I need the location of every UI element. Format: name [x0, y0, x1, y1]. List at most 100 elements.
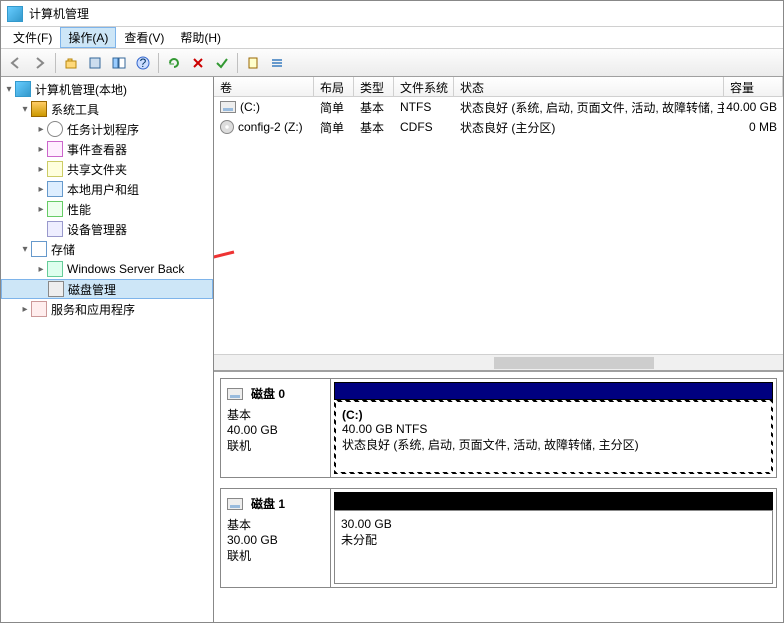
menu-view[interactable]: 查看(V)	[116, 27, 172, 48]
disk-icon	[227, 498, 243, 510]
device-icon	[47, 221, 63, 237]
forward-button[interactable]	[29, 52, 51, 74]
tools-icon	[31, 101, 47, 117]
partition-size: 40.00 GB NTFS	[342, 422, 765, 436]
separator	[158, 53, 159, 73]
partition-box[interactable]: (C:)40.00 GB NTFS状态良好 (系统, 启动, 页面文件, 活动,…	[334, 400, 773, 474]
tree-event-viewer[interactable]: ▸事件查看器	[1, 139, 213, 159]
refresh-button[interactable]	[163, 52, 185, 74]
tree-device-manager[interactable]: 设备管理器	[1, 219, 213, 239]
vol-capacity: 40.00 GB	[724, 100, 783, 114]
col-fs[interactable]: 文件系统	[394, 77, 454, 96]
vol-status: 状态良好 (系统, 启动, 页面文件, 活动, 故障转储, 主分区)	[454, 99, 724, 116]
volume-rows: (C:) 简单基本NTFS状态良好 (系统, 启动, 页面文件, 活动, 故障转储…	[214, 97, 783, 137]
disk-kind: 基本	[227, 516, 324, 533]
col-layout[interactable]: 布局	[314, 77, 354, 96]
app-icon	[7, 6, 23, 22]
tree-root[interactable]: ▾计算机管理(本地)	[1, 79, 213, 99]
disk-state: 联机	[227, 547, 324, 564]
partition-status: 状态良好 (系统, 启动, 页面文件, 活动, 故障转储, 主分区)	[342, 436, 765, 453]
h-scrollbar[interactable]	[214, 354, 783, 370]
partition-area: 30.00 GB未分配	[331, 489, 776, 587]
tree: ▾计算机管理(本地) ▾系统工具 ▸任务计划程序 ▸事件查看器 ▸共享文件夹 ▸…	[1, 77, 213, 321]
vol-layout: 简单	[314, 119, 354, 136]
partition-name: (C:)	[342, 408, 765, 422]
tree-services-apps-label: 服务和应用程序	[51, 301, 135, 318]
scrollbar-thumb[interactable]	[494, 357, 654, 369]
tree-root-label: 计算机管理(本地)	[35, 81, 127, 98]
tree-services-apps[interactable]: ▸服务和应用程序	[1, 299, 213, 319]
col-capacity[interactable]: 容量	[724, 77, 783, 96]
clock-icon	[47, 121, 63, 137]
tree-local-users-label: 本地用户和组	[67, 181, 139, 198]
window-title: 计算机管理	[29, 5, 89, 22]
menu-help[interactable]: 帮助(H)	[172, 27, 229, 48]
new-button[interactable]	[242, 52, 264, 74]
partition-status: 未分配	[341, 531, 766, 548]
tree-local-users[interactable]: ▸本地用户和组	[1, 179, 213, 199]
list-button[interactable]	[266, 52, 288, 74]
titlebar: 计算机管理	[1, 1, 783, 27]
disk-block[interactable]: 磁盘 1基本30.00 GB联机30.00 GB未分配	[220, 488, 777, 588]
tree-task-scheduler-label: 任务计划程序	[67, 121, 139, 138]
tree-performance-label: 性能	[67, 201, 91, 218]
properties-button[interactable]	[84, 52, 106, 74]
computer-icon	[15, 81, 31, 97]
disk-size: 40.00 GB	[227, 423, 324, 437]
menu-file[interactable]: 文件(F)	[5, 27, 60, 48]
content: 卷 布局 类型 文件系统 状态 容量 (C:)简单基本NTFS状态良好 (系统,…	[214, 77, 783, 622]
help-button[interactable]: ?	[132, 52, 154, 74]
event-icon	[47, 141, 63, 157]
disk-block[interactable]: 磁盘 0基本40.00 GB联机(C:)40.00 GB NTFS状态良好 (系…	[220, 378, 777, 478]
disk-kind: 基本	[227, 406, 324, 423]
tree-shared-folders[interactable]: ▸共享文件夹	[1, 159, 213, 179]
svg-text:?: ?	[140, 56, 147, 70]
menu-action[interactable]: 操作(A)	[60, 27, 116, 48]
tree-event-viewer-label: 事件查看器	[67, 141, 127, 158]
share-icon	[47, 161, 63, 177]
volume-row[interactable]: (C:)简单基本NTFS状态良好 (系统, 启动, 页面文件, 活动, 故障转储…	[214, 97, 783, 117]
col-volume[interactable]: 卷	[214, 77, 314, 96]
vol-name: (C:)	[240, 100, 260, 114]
volume-row[interactable]: config-2 (Z:)简单基本CDFS状态良好 (主分区)0 MB	[214, 117, 783, 137]
col-type[interactable]: 类型	[354, 77, 394, 96]
up-button[interactable]	[60, 52, 82, 74]
tree-system-tools-label: 系统工具	[51, 101, 99, 118]
separator	[237, 53, 238, 73]
backup-icon	[47, 261, 63, 277]
tree-device-manager-label: 设备管理器	[67, 221, 127, 238]
separator	[55, 53, 56, 73]
tree-system-tools[interactable]: ▾系统工具	[1, 99, 213, 119]
tree-storage[interactable]: ▾存储	[1, 239, 213, 259]
disk-graphical-pane: 磁盘 0基本40.00 GB联机(C:)40.00 GB NTFS状态良好 (系…	[214, 372, 783, 622]
vol-fs: NTFS	[394, 100, 454, 114]
partition-size: 30.00 GB	[341, 517, 766, 531]
tree-disk-management[interactable]: 磁盘管理	[1, 279, 213, 299]
tree-wsbackup[interactable]: ▸Windows Server Back	[1, 259, 213, 279]
tree-task-scheduler[interactable]: ▸任务计划程序	[1, 119, 213, 139]
tree-shared-folders-label: 共享文件夹	[67, 161, 127, 178]
toolbar: ?	[1, 49, 783, 77]
main-area: ▾计算机管理(本地) ▾系统工具 ▸任务计划程序 ▸事件查看器 ▸共享文件夹 ▸…	[1, 77, 783, 622]
disk-size: 30.00 GB	[227, 533, 324, 547]
vol-type: 基本	[354, 119, 394, 136]
delete-button[interactable]	[187, 52, 209, 74]
sidebar: ▾计算机管理(本地) ▾系统工具 ▸任务计划程序 ▸事件查看器 ▸共享文件夹 ▸…	[1, 77, 214, 622]
vol-status: 状态良好 (主分区)	[454, 119, 724, 136]
disk-meta: 磁盘 1基本30.00 GB联机	[221, 489, 331, 587]
disk-meta: 磁盘 0基本40.00 GB联机	[221, 379, 331, 477]
col-status[interactable]: 状态	[454, 77, 724, 96]
back-button[interactable]	[5, 52, 27, 74]
tree-performance[interactable]: ▸性能	[1, 199, 213, 219]
show-hide-button[interactable]	[108, 52, 130, 74]
vol-type: 基本	[354, 99, 394, 116]
disk-icon	[48, 281, 64, 297]
partition-area: (C:)40.00 GB NTFS状态良好 (系统, 启动, 页面文件, 活动,…	[331, 379, 776, 477]
vol-name: config-2 (Z:)	[238, 120, 303, 134]
volume-header: 卷 布局 类型 文件系统 状态 容量	[214, 77, 783, 97]
tree-disk-management-label: 磁盘管理	[68, 281, 116, 298]
tree-wsbackup-label: Windows Server Back	[67, 262, 184, 276]
partition-box[interactable]: 30.00 GB未分配	[334, 510, 773, 584]
volume-list-pane: 卷 布局 类型 文件系统 状态 容量 (C:) 简单基本NTFS状态良好 (系统,…	[214, 77, 783, 372]
ok-button[interactable]	[211, 52, 233, 74]
